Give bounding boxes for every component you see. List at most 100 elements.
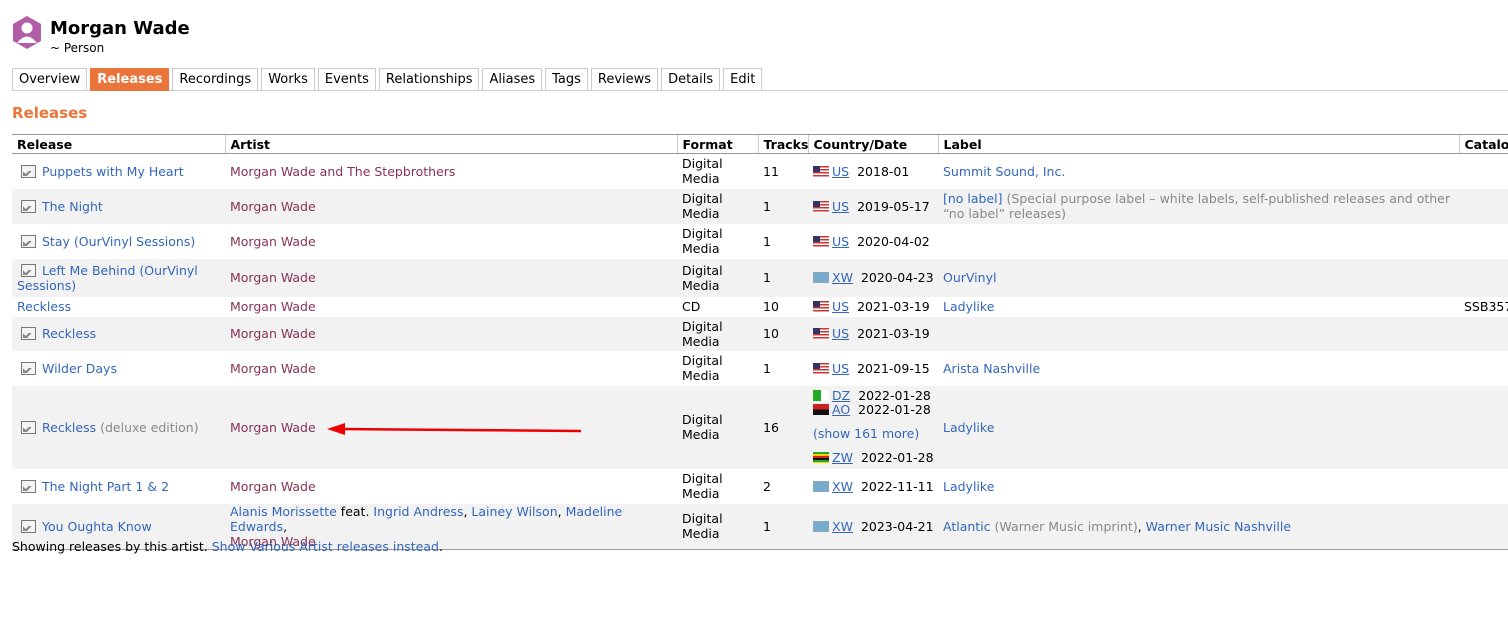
artist-link[interactable]: Lainey Wilson xyxy=(471,504,557,519)
label-link[interactable]: [no label] xyxy=(943,191,1003,206)
country-code[interactable]: ZW xyxy=(832,450,853,465)
release-link[interactable]: Reckless xyxy=(42,326,96,341)
format: Digital Media xyxy=(677,350,758,386)
catalog-number xyxy=(1459,258,1508,297)
us-flag-icon xyxy=(813,362,829,374)
tracks: 1 xyxy=(758,258,808,297)
label-link[interactable]: OurVinyl xyxy=(943,270,996,285)
label-link[interactable]: Warner Music Nashville xyxy=(1146,519,1291,534)
country-date: DZ 2022-01-28 xyxy=(813,389,933,403)
tab-recordings[interactable]: Recordings xyxy=(172,68,259,90)
feat-text: feat. xyxy=(336,503,374,519)
country-code[interactable]: US xyxy=(832,299,849,314)
annotation-arrow-icon xyxy=(327,423,582,435)
entity-type: ~ Person xyxy=(50,41,105,55)
tab-details[interactable]: Details xyxy=(661,68,721,90)
tab-aliases[interactable]: Aliases xyxy=(482,68,543,90)
country-code[interactable]: XW xyxy=(832,519,853,534)
label-link[interactable]: Summit Sound, Inc. xyxy=(943,164,1065,179)
artist-link[interactable]: Morgan Wade xyxy=(230,326,316,341)
label-comment: (Warner Music imprint) xyxy=(994,518,1138,534)
country-code[interactable]: XW xyxy=(832,479,853,494)
cover-art-icon[interactable] xyxy=(21,199,36,213)
country-code[interactable]: DZ xyxy=(832,388,850,403)
country-date: AO 2022-01-28 xyxy=(813,403,933,417)
us-flag-icon xyxy=(813,235,829,247)
country-date: US 2019-05-17 xyxy=(813,199,933,214)
country-code[interactable]: US xyxy=(832,199,849,214)
release-link[interactable]: You Oughta Know xyxy=(42,519,152,534)
release-link[interactable]: The Night xyxy=(42,199,103,214)
col-format[interactable]: Format xyxy=(676,134,758,154)
label-link[interactable]: Arista Nashville xyxy=(943,361,1040,376)
zw-flag-icon xyxy=(813,452,829,463)
tab-releases[interactable]: Releases xyxy=(90,68,170,91)
release-link[interactable]: Left Me Behind (OurVinyl Sessions) xyxy=(17,263,198,293)
artist-link[interactable]: Ingrid Andress xyxy=(373,504,463,519)
col-catalog[interactable]: Catalog xyxy=(1458,134,1508,154)
release-link[interactable]: Puppets with My Heart xyxy=(42,164,184,179)
tracks: 10 xyxy=(758,316,808,351)
release-link[interactable]: Reckless xyxy=(42,420,96,435)
artist-link[interactable]: Alanis Morissette xyxy=(230,504,337,519)
us-flag-icon xyxy=(813,301,829,312)
col-label[interactable]: Label xyxy=(937,134,1459,154)
country-code[interactable]: AO xyxy=(832,402,850,417)
person-icon xyxy=(13,16,41,49)
tab-tags[interactable]: Tags xyxy=(545,68,588,90)
cover-art-icon[interactable] xyxy=(21,361,36,375)
tab-overview[interactable]: Overview xyxy=(12,68,88,90)
release-link[interactable]: Wilder Days xyxy=(42,361,117,376)
tab-edit[interactable]: Edit xyxy=(723,68,763,90)
artist-link[interactable]: Morgan Wade and The Stepbrothers xyxy=(230,164,455,179)
artist-link[interactable]: Morgan Wade xyxy=(230,234,316,249)
label-empty xyxy=(938,316,1459,351)
show-more-countries-link[interactable]: (show 161 more) xyxy=(813,426,919,441)
cover-art-icon[interactable] xyxy=(21,327,36,340)
country-code[interactable]: US xyxy=(832,234,849,249)
artist-link[interactable]: Morgan Wade xyxy=(230,199,316,214)
cover-art-icon[interactable] xyxy=(21,519,36,533)
cover-art-icon[interactable] xyxy=(21,263,36,277)
tab-bar: Overview Releases Recordings Works Event… xyxy=(12,68,1508,91)
label-link[interactable]: Ladylike xyxy=(943,299,994,314)
table-row: Reckless Morgan Wade Digital Media 10 US… xyxy=(12,316,1508,351)
tracks: 1 xyxy=(758,503,808,550)
artist-link[interactable]: Morgan Wade xyxy=(230,479,316,494)
release-date: 2022-01-28 xyxy=(858,402,931,417)
artist-link[interactable]: Morgan Wade xyxy=(230,420,316,435)
artist-link[interactable]: Morgan Wade xyxy=(230,361,316,376)
label-link[interactable]: Ladylike xyxy=(943,420,994,435)
cover-art-icon[interactable] xyxy=(21,234,36,248)
cover-art-icon[interactable] xyxy=(21,479,36,493)
cover-art-icon[interactable] xyxy=(21,420,36,434)
release-date: 2018-01 xyxy=(857,163,910,179)
country-code[interactable]: US xyxy=(832,361,849,376)
country-code[interactable]: XW xyxy=(832,270,853,285)
cover-art-icon[interactable] xyxy=(21,164,36,178)
release-comment: (deluxe edition) xyxy=(100,419,199,435)
col-release[interactable]: Release xyxy=(12,134,225,154)
catalog-number xyxy=(1459,468,1508,504)
tab-reviews[interactable]: Reviews xyxy=(590,68,659,90)
artist-link[interactable]: Morgan Wade xyxy=(230,299,316,314)
tracks: 10 xyxy=(758,296,808,317)
format: Digital Media xyxy=(677,223,758,259)
various-artist-link[interactable]: Show Various Artist releases instead xyxy=(212,539,439,554)
country-code[interactable]: US xyxy=(832,326,849,341)
release-link[interactable]: Reckless xyxy=(17,299,71,314)
artist-link[interactable]: Morgan Wade xyxy=(230,270,316,285)
col-tracks[interactable]: Tracks xyxy=(757,134,808,154)
tab-works[interactable]: Works xyxy=(261,68,315,90)
country-code[interactable]: US xyxy=(832,164,849,179)
col-country-date[interactable]: Country/Date xyxy=(807,134,938,154)
label-link[interactable]: Ladylike xyxy=(943,479,994,494)
tab-events[interactable]: Events xyxy=(317,68,376,90)
footer-end: . xyxy=(438,539,443,554)
format: Digital Media xyxy=(677,258,758,297)
col-artist[interactable]: Artist xyxy=(224,134,677,154)
release-link[interactable]: Stay (OurVinyl Sessions) xyxy=(42,234,195,249)
release-link[interactable]: The Night Part 1 & 2 xyxy=(42,479,169,494)
tab-relationships[interactable]: Relationships xyxy=(378,68,480,90)
label-link[interactable]: Atlantic xyxy=(943,519,991,534)
